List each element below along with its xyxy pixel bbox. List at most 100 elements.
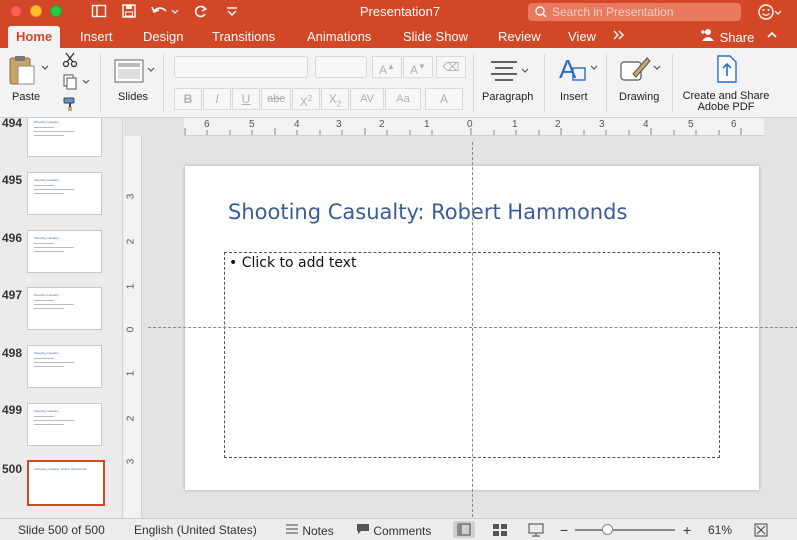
tab-insert[interactable]: Insert xyxy=(80,28,113,45)
slide-number: 496 xyxy=(1,231,22,245)
slide-thumbnail[interactable]: Shooting Casualty: ... xyxy=(27,118,102,157)
drawing-label[interactable]: Drawing xyxy=(619,91,659,103)
slide-thumbnail-panel[interactable]: 494 Shooting Casualty: ... 495 Shooting … xyxy=(0,118,123,518)
superscript-icon[interactable]: X2 xyxy=(292,88,320,110)
font-name-select[interactable] xyxy=(174,56,308,78)
tab-view[interactable]: View xyxy=(568,28,596,45)
tab-review[interactable]: Review xyxy=(498,28,541,45)
decrease-font-size-icon[interactable]: A▼ xyxy=(403,56,433,78)
share-button[interactable]: Share xyxy=(700,28,754,45)
horizontal-guide[interactable] xyxy=(148,327,797,328)
minimize-window-button[interactable] xyxy=(30,5,42,17)
tab-home[interactable]: Home xyxy=(8,26,61,48)
ruler-label: 6 xyxy=(204,119,210,130)
subscript-icon[interactable]: X2 xyxy=(321,88,349,110)
insert-shapes-icon[interactable]: A xyxy=(557,54,599,89)
share-label: Share xyxy=(719,30,755,45)
copy-icon[interactable] xyxy=(62,74,92,93)
slide-sorter-view-button[interactable] xyxy=(492,523,508,540)
maximize-window-button[interactable] xyxy=(50,5,62,17)
ribbon-separator xyxy=(672,54,673,112)
comments-label: Comments xyxy=(373,524,432,538)
vertical-ruler: 3 2 1 0 1 2 3 xyxy=(124,136,142,518)
cut-scissors-icon[interactable] xyxy=(62,52,78,71)
ruler-label: 5 xyxy=(688,119,694,130)
slide-thumbnail[interactable]: Shooting Casualty: ... xyxy=(27,230,102,273)
ruler-label: 1 xyxy=(125,283,137,290)
character-spacing-icon[interactable]: AV xyxy=(350,88,384,110)
add-person-icon xyxy=(701,29,714,41)
ruler-label: 1 xyxy=(512,119,518,130)
zoom-level[interactable]: 61% xyxy=(708,523,732,537)
tab-design[interactable]: Design xyxy=(143,28,183,45)
more-tabs-chevron-icon[interactable] xyxy=(612,27,626,47)
slide-title[interactable]: Shooting Casualty: Robert Hammonds xyxy=(228,200,627,224)
comments-button[interactable]: Comments xyxy=(356,523,431,538)
collapse-ribbon-chevron-icon[interactable] xyxy=(766,28,778,45)
share-pdf-icon[interactable] xyxy=(714,54,740,89)
ruler-label: 4 xyxy=(294,119,300,130)
insert-label[interactable]: Insert xyxy=(560,91,588,103)
zoom-in-button[interactable]: + xyxy=(683,523,691,537)
font-size-select[interactable] xyxy=(315,56,367,78)
normal-view-button[interactable] xyxy=(453,521,475,538)
save-icon[interactable] xyxy=(120,3,138,21)
drawing-shapes-icon[interactable] xyxy=(619,54,663,89)
paste-clipboard-icon[interactable] xyxy=(8,54,49,89)
ribbon-separator xyxy=(544,54,545,112)
create-share-pdf-button[interactable]: Create and Share Adobe PDF xyxy=(680,91,772,113)
close-window-button[interactable] xyxy=(10,5,22,17)
ruler-label: 2 xyxy=(125,238,137,245)
paragraph-align-icon[interactable] xyxy=(489,58,533,87)
paste-label[interactable]: Paste xyxy=(12,91,40,103)
notes-button[interactable]: Notes xyxy=(285,523,334,538)
format-painter-icon[interactable] xyxy=(62,96,78,115)
fit-to-window-button[interactable] xyxy=(754,523,768,540)
sidebar-toggle-icon[interactable] xyxy=(90,3,108,21)
comment-icon xyxy=(357,524,369,534)
thumbnail-title: Shooting Casualty: Robert Hammonds xyxy=(35,467,87,471)
increase-font-size-icon[interactable]: A▲ xyxy=(372,56,402,78)
strikethrough-icon[interactable]: abc xyxy=(261,88,291,110)
vertical-guide[interactable] xyxy=(472,142,473,518)
slide-number: 494 xyxy=(1,118,22,130)
slides-label[interactable]: Slides xyxy=(118,91,148,103)
undo-icon[interactable] xyxy=(150,3,180,21)
new-slide-icon[interactable] xyxy=(113,56,157,89)
bold-icon[interactable]: B xyxy=(174,88,202,110)
panel-scrollbar[interactable] xyxy=(114,118,122,518)
language-indicator[interactable]: English (United States) xyxy=(134,523,257,537)
normal-view-icon xyxy=(457,523,471,536)
ruler-label: 1 xyxy=(424,119,430,130)
customize-toolbar-icon[interactable] xyxy=(224,3,240,21)
paragraph-label[interactable]: Paragraph xyxy=(482,91,533,103)
slideshow-view-button[interactable] xyxy=(527,523,545,540)
fit-window-icon xyxy=(754,523,768,537)
slide-thumbnail-selected[interactable]: Shooting Casualty: Robert Hammonds xyxy=(27,460,105,506)
slide-thumbnail[interactable]: Shooting Casualty: ... xyxy=(27,345,102,388)
underline-icon[interactable]: U xyxy=(232,88,260,110)
tab-slide-show[interactable]: Slide Show xyxy=(403,28,468,45)
tab-animations[interactable]: Animations xyxy=(307,28,371,45)
italic-icon[interactable]: I xyxy=(203,88,231,110)
slide-sorter-icon xyxy=(493,524,507,536)
redo-icon[interactable] xyxy=(192,3,210,21)
change-case-icon[interactable]: Aa xyxy=(385,88,421,110)
zoom-slider-thumb[interactable] xyxy=(602,524,613,535)
clear-formatting-icon[interactable]: ⌫ xyxy=(436,56,466,78)
zoom-slider-track[interactable] xyxy=(575,529,675,531)
ribbon-separator xyxy=(100,54,101,112)
ribbon-home: Paste Slides A▲ A▼ ⌫ B I U abc X2 X2 AV … xyxy=(0,48,797,118)
zoom-out-button[interactable]: − xyxy=(560,523,568,537)
ruler-label: 6 xyxy=(731,119,737,130)
slide-thumbnail[interactable]: Shooting Casualty: ... xyxy=(27,287,102,330)
search-input[interactable]: Search in Presentation xyxy=(528,3,741,21)
slide-editing-canvas: 6 5 4 3 2 1 0 1 2 3 4 5 6 3 2 1 0 1 2 3 … xyxy=(124,118,797,518)
slide-number: 500 xyxy=(1,462,22,476)
slide-thumbnail[interactable]: Shooting Casualty: ... xyxy=(27,403,102,446)
tab-transitions[interactable]: Transitions xyxy=(212,28,275,45)
thumbnail-title: Shooting Casualty: ... xyxy=(34,293,63,297)
ruler-label: 0 xyxy=(467,119,473,130)
font-color-icon[interactable]: A xyxy=(425,88,463,110)
slide-thumbnail[interactable]: Shooting Casualty: ... xyxy=(27,172,102,215)
